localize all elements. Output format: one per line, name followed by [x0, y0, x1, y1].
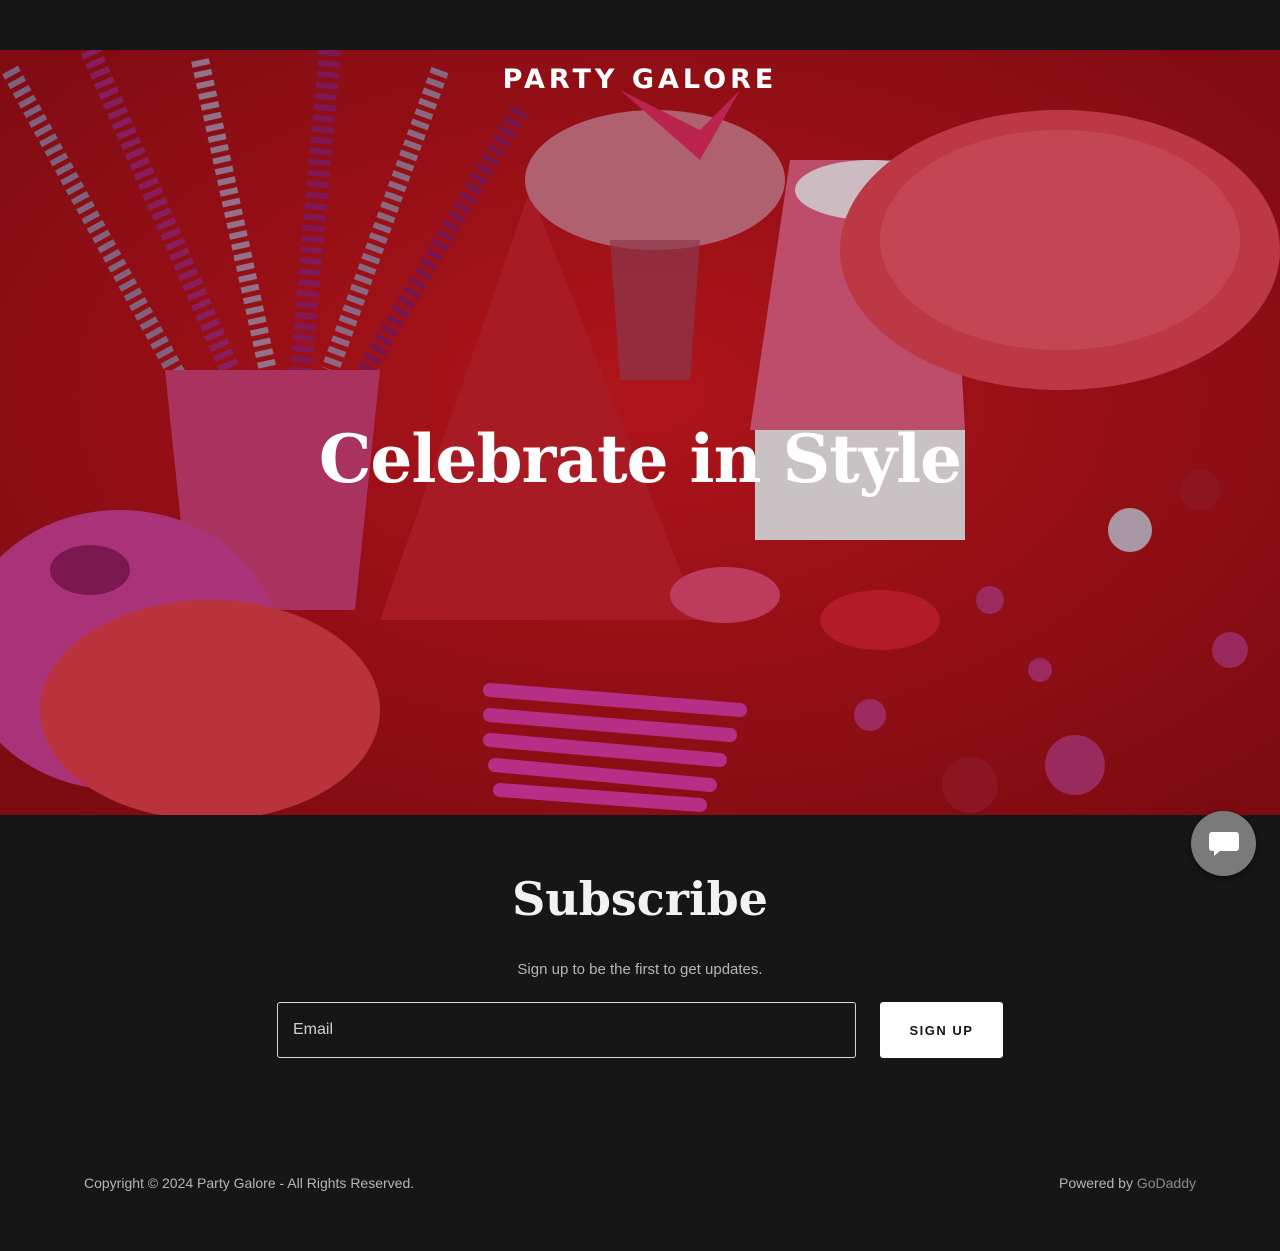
subscribe-title: Subscribe	[512, 872, 768, 926]
powered-by-label: Powered by	[1059, 1175, 1133, 1191]
footer-powered: Powered by GoDaddy	[1059, 1175, 1196, 1191]
hero-section: PARTY GALORE Celebrate in Style	[0, 50, 1280, 815]
top-bar	[0, 0, 1280, 50]
chat-button[interactable]	[1191, 811, 1256, 876]
godaddy-link[interactable]: GoDaddy	[1137, 1175, 1196, 1191]
chat-bubble-icon	[1208, 831, 1239, 856]
hero-title: Celebrate in Style	[318, 420, 962, 498]
footer-copyright: Copyright © 2024 Party Galore - All Righ…	[84, 1175, 415, 1191]
site-brand[interactable]: PARTY GALORE	[0, 64, 1280, 95]
email-input[interactable]	[277, 1002, 856, 1058]
subscribe-text: Sign up to be the first to get updates.	[517, 961, 763, 978]
sign-up-button[interactable]: SIGN UP	[880, 1002, 1003, 1058]
